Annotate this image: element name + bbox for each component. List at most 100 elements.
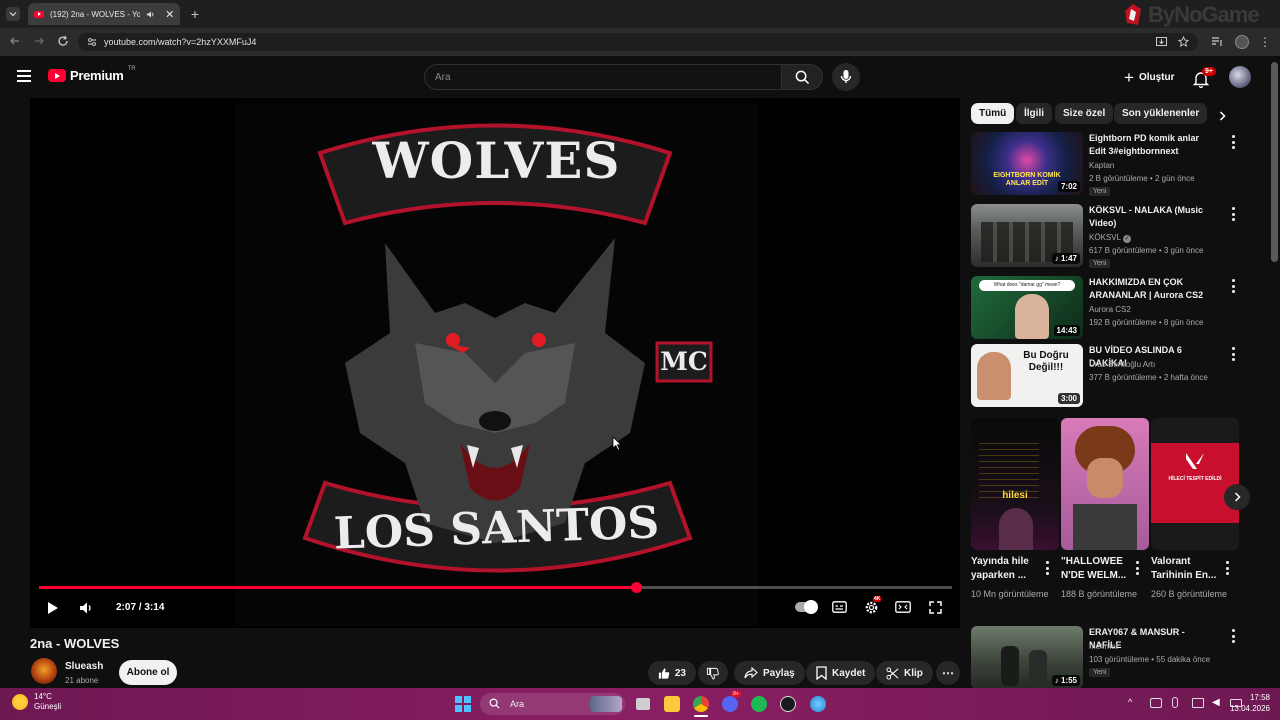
more-actions-button[interactable]: ⋯: [936, 661, 960, 685]
channel-name[interactable]: Kaptan: [1089, 161, 1114, 170]
more-vert-icon[interactable]: [1229, 629, 1237, 643]
sidebar-video[interactable]: ♪ 1:47 KÖKSVL - NALAKA (Music Video) KÖK…: [971, 204, 1251, 268]
save-button[interactable]: Kaydet: [806, 661, 876, 685]
channel-name[interactable]: mehmet: [1089, 642, 1118, 651]
subtitles-button[interactable]: [830, 598, 848, 616]
bookmark-star-icon[interactable]: [1178, 36, 1189, 47]
video-thumbnail[interactable]: ♪ 1:47: [971, 204, 1083, 267]
clock[interactable]: 17:58 13.04.2026: [1198, 692, 1270, 714]
more-vert-icon[interactable]: [1223, 561, 1231, 575]
back-arrow-icon[interactable]: [8, 34, 22, 48]
close-tab-icon[interactable]: [166, 10, 174, 18]
fullscreen-button[interactable]: [926, 598, 944, 616]
search-input[interactable]: Ara: [424, 64, 782, 90]
voice-search-button[interactable]: [832, 63, 860, 91]
tab-list-chevron-icon[interactable]: [6, 7, 20, 21]
mouse-cursor-icon: [612, 436, 622, 451]
theater-mode-button[interactable]: [894, 598, 912, 616]
sidebar-video[interactable]: What does "damar gg" mean? 14:43 HAKKIMI…: [971, 276, 1251, 340]
more-vert-icon[interactable]: [1133, 561, 1141, 575]
chips-next-icon[interactable]: [1214, 108, 1230, 124]
hamburger-menu-icon[interactable]: [17, 70, 31, 82]
file-explorer-icon[interactable]: [664, 696, 680, 712]
video-title[interactable]: HAKKIMIZDA EN ÇOK ARANANLAR | Aurora CS2: [1089, 276, 1217, 302]
like-button[interactable]: 23: [648, 661, 696, 685]
search-button[interactable]: [781, 64, 823, 90]
spotify-icon[interactable]: [751, 696, 767, 712]
short-title[interactable]: Valorant Tarihinin En...: [1151, 555, 1225, 583]
video-meta: 103 görüntüleme • 55 dakika önce: [1089, 655, 1211, 664]
clip-button[interactable]: Klip: [876, 661, 933, 685]
short-thumbnail[interactable]: hilesi: [971, 418, 1059, 550]
site-info-icon[interactable]: [87, 37, 97, 47]
browser-app-icon[interactable]: [810, 696, 826, 712]
browser-menu-icon[interactable]: ⋮: [1259, 35, 1271, 49]
share-arrow-icon: [744, 667, 758, 679]
chip-recently-uploaded[interactable]: Son yüklenenler: [1114, 103, 1208, 124]
more-vert-icon[interactable]: [1043, 561, 1051, 575]
notifications-button[interactable]: 9+: [1192, 67, 1216, 88]
sidebar-video[interactable]: EIGHTBORN KOMİK ANLAR EDİT 7:02 Eightbor…: [971, 132, 1251, 196]
sidebar-video[interactable]: Bu Doğru Değil!!! 3:00 BU VİDEO ASLINDA …: [971, 344, 1251, 408]
chip-related[interactable]: İlgili: [1016, 103, 1052, 124]
time-current: 2:07: [116, 602, 137, 613]
play-button[interactable]: [43, 598, 63, 618]
address-bar[interactable]: youtube.com/watch?v=2hzYXXMFuJ4: [78, 33, 1198, 51]
more-vert-icon[interactable]: [1229, 347, 1237, 361]
channel-name[interactable]: Uras Benlioğlu Artı: [1089, 360, 1155, 369]
forward-arrow-icon[interactable]: [32, 34, 46, 48]
more-vert-icon[interactable]: [1229, 135, 1237, 149]
youtube-logo[interactable]: Premium TR: [48, 66, 136, 83]
steam-icon[interactable]: [780, 696, 796, 712]
account-avatar[interactable]: [1229, 66, 1251, 88]
volume-button[interactable]: [76, 598, 96, 618]
video-thumbnail[interactable]: ♪ 1:55: [971, 626, 1083, 689]
shorts-next-button[interactable]: [1224, 484, 1250, 510]
channel-avatar[interactable]: [31, 658, 57, 684]
video-thumbnail[interactable]: EIGHTBORN KOMİK ANLAR EDİT 7:02: [971, 132, 1083, 195]
create-label: Oluştur: [1138, 71, 1175, 83]
create-button[interactable]: + Oluştur: [1118, 64, 1176, 90]
windows-start-icon[interactable]: [455, 696, 471, 712]
video-title[interactable]: KÖKSVL - NALAKA (Music Video): [1089, 204, 1217, 230]
settings-button[interactable]: 4K: [862, 596, 882, 616]
sidebar-video[interactable]: ♪ 1:55 ERAY067 & MANSUR - NAFİLE mehmet …: [971, 626, 1251, 690]
tray-icon[interactable]: [1150, 698, 1162, 708]
new-tab-icon[interactable]: +: [188, 6, 202, 22]
profile-avatar-icon[interactable]: [1235, 35, 1249, 49]
audio-playing-icon[interactable]: [146, 10, 154, 19]
channel-name[interactable]: Slueash: [65, 661, 103, 672]
progress-bar[interactable]: [39, 582, 952, 593]
chip-for-you[interactable]: Size özel: [1055, 103, 1114, 124]
weather-widget[interactable]: 14°C Güneşli: [12, 692, 61, 712]
video-thumbnail[interactable]: Bu Doğru Değil!!! 3:00: [971, 344, 1083, 407]
chip-all[interactable]: Tümü: [971, 103, 1015, 124]
more-vert-icon[interactable]: [1229, 279, 1237, 293]
short-thumbnail[interactable]: [1061, 418, 1149, 550]
chrome-icon[interactable]: [693, 696, 709, 712]
reload-icon[interactable]: [56, 34, 70, 48]
show-hidden-icons-chevron-icon[interactable]: ^: [1128, 697, 1132, 707]
task-view-icon[interactable]: [636, 698, 650, 710]
page-scrollbar[interactable]: [1271, 62, 1278, 262]
subscribe-button[interactable]: Abone ol: [119, 660, 177, 685]
microphone-tray-icon[interactable]: [1172, 697, 1178, 708]
media-controls-icon[interactable]: [1210, 35, 1224, 49]
short-title[interactable]: Yayında hile yaparken ...: [971, 555, 1045, 583]
video-duration: ♪ 1:55: [1051, 675, 1080, 686]
install-app-icon[interactable]: [1156, 37, 1167, 47]
dislike-button[interactable]: [698, 661, 728, 685]
video-title[interactable]: Eightborn PD komik anlar Edit 3#eightbor…: [1089, 132, 1217, 158]
autoplay-toggle[interactable]: [795, 600, 818, 614]
share-button[interactable]: Paylaş: [734, 661, 805, 685]
channel-name[interactable]: KÖKSVL ✓: [1089, 233, 1131, 243]
discord-icon[interactable]: 9+: [722, 691, 741, 712]
taskbar-search[interactable]: Ara: [480, 693, 625, 715]
browser-tab-active[interactable]: (192) 2na - WOLVES - YouTube: [28, 3, 180, 25]
more-vert-icon[interactable]: [1229, 207, 1237, 221]
short-title[interactable]: "HALLOWEE N'DE WELM...: [1061, 555, 1135, 583]
video-thumbnail[interactable]: What does "damar gg" mean? 14:43: [971, 276, 1083, 339]
channel-name[interactable]: Aurora CS2: [1089, 305, 1131, 314]
new-badge: Yeni: [1089, 187, 1111, 196]
short-thumbnail[interactable]: HİLECİ TESPİT EDİLDİ: [1151, 418, 1239, 550]
